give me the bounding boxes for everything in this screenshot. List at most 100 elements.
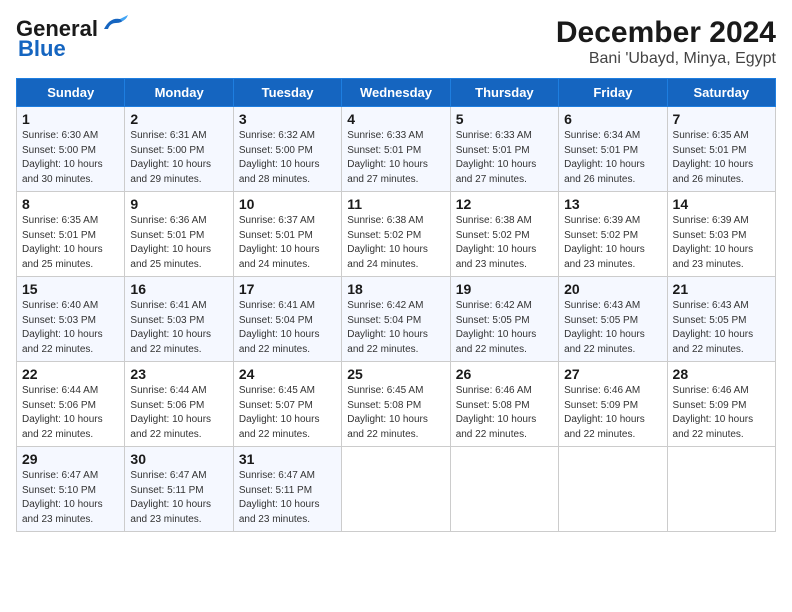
calendar-cell xyxy=(450,447,558,532)
day-info: Sunrise: 6:47 AM Sunset: 5:11 PM Dayligh… xyxy=(130,469,227,527)
calendar-cell: 28 Sunrise: 6:46 AM Sunset: 5:09 PM Dayli… xyxy=(667,362,775,447)
calendar-week-5: 29Sunrise: 6:47 AM Sunset: 5:10 PM Dayli… xyxy=(17,447,776,532)
day-number: 17 xyxy=(239,281,336,297)
calendar-cell: 22 Sunrise: 6:44 AM Sunset: 5:06 PM Dayli… xyxy=(17,362,125,447)
day-info: Sunrise: 6:43 AM Sunset: 5:05 PM Dayligh… xyxy=(673,299,770,357)
calendar-cell: 8 Sunrise: 6:35 AM Sunset: 5:01 PM Daylig… xyxy=(17,192,125,277)
calendar-cell: 6 Sunrise: 6:34 AM Sunset: 5:01 PM Daylig… xyxy=(559,107,667,192)
logo: General Blue xyxy=(16,16,128,62)
logo-blue: Blue xyxy=(18,36,66,62)
day-number: 22 xyxy=(22,366,119,382)
calendar-cell: 15Sunrise: 6:40 AM Sunset: 5:03 PM Dayli… xyxy=(17,277,125,362)
calendar-cell: 3 Sunrise: 6:32 AM Sunset: 5:00 PM Daylig… xyxy=(233,107,341,192)
day-number: 6 xyxy=(564,111,661,127)
day-info: Sunrise: 6:37 AM Sunset: 5:01 PM Dayligh… xyxy=(239,214,336,272)
calendar-cell: 30 Sunrise: 6:47 AM Sunset: 5:11 PM Dayli… xyxy=(125,447,233,532)
day-number: 2 xyxy=(130,111,227,127)
day-info: Sunrise: 6:31 AM Sunset: 5:00 PM Dayligh… xyxy=(130,129,227,187)
calendar-cell: 13 Sunrise: 6:39 AM Sunset: 5:02 PM Dayli… xyxy=(559,192,667,277)
calendar-cell: 9 Sunrise: 6:36 AM Sunset: 5:01 PM Daylig… xyxy=(125,192,233,277)
day-info: Sunrise: 6:41 AM Sunset: 5:04 PM Dayligh… xyxy=(239,299,336,357)
day-number: 19 xyxy=(456,281,553,297)
day-header-sunday: Sunday xyxy=(17,79,125,107)
day-info: Sunrise: 6:35 AM Sunset: 5:01 PM Dayligh… xyxy=(673,129,770,187)
day-number: 27 xyxy=(564,366,661,382)
day-info: Sunrise: 6:45 AM Sunset: 5:08 PM Dayligh… xyxy=(347,384,444,442)
calendar-cell: 14 Sunrise: 6:39 AM Sunset: 5:03 PM Dayli… xyxy=(667,192,775,277)
calendar-body: 1Sunrise: 6:30 AM Sunset: 5:00 PM Daylig… xyxy=(17,107,776,532)
calendar-cell: 12 Sunrise: 6:38 AM Sunset: 5:02 PM Dayli… xyxy=(450,192,558,277)
day-header-friday: Friday xyxy=(559,79,667,107)
day-info: Sunrise: 6:34 AM Sunset: 5:01 PM Dayligh… xyxy=(564,129,661,187)
calendar-cell: 4 Sunrise: 6:33 AM Sunset: 5:01 PM Daylig… xyxy=(342,107,450,192)
day-header-thursday: Thursday xyxy=(450,79,558,107)
calendar-cell: 29Sunrise: 6:47 AM Sunset: 5:10 PM Dayli… xyxy=(17,447,125,532)
day-number: 5 xyxy=(456,111,553,127)
day-info: Sunrise: 6:30 AM Sunset: 5:00 PM Dayligh… xyxy=(22,129,119,187)
calendar-cell: 7Sunrise: 6:35 AM Sunset: 5:01 PM Daylig… xyxy=(667,107,775,192)
calendar-cell: 27 Sunrise: 6:46 AM Sunset: 5:09 PM Dayli… xyxy=(559,362,667,447)
day-info: Sunrise: 6:38 AM Sunset: 5:02 PM Dayligh… xyxy=(456,214,553,272)
calendar-table: SundayMondayTuesdayWednesdayThursdayFrid… xyxy=(16,78,776,532)
day-info: Sunrise: 6:33 AM Sunset: 5:01 PM Dayligh… xyxy=(347,129,444,187)
day-info: Sunrise: 6:35 AM Sunset: 5:01 PM Dayligh… xyxy=(22,214,119,272)
day-header-tuesday: Tuesday xyxy=(233,79,341,107)
calendar-week-3: 15Sunrise: 6:40 AM Sunset: 5:03 PM Dayli… xyxy=(17,277,776,362)
calendar-cell: 19 Sunrise: 6:42 AM Sunset: 5:05 PM Dayli… xyxy=(450,277,558,362)
day-number: 20 xyxy=(564,281,661,297)
day-info: Sunrise: 6:44 AM Sunset: 5:06 PM Dayligh… xyxy=(22,384,119,442)
calendar-week-1: 1Sunrise: 6:30 AM Sunset: 5:00 PM Daylig… xyxy=(17,107,776,192)
calendar-subtitle: Bani 'Ubayd, Minya, Egypt xyxy=(556,50,776,68)
day-info: Sunrise: 6:47 AM Sunset: 5:11 PM Dayligh… xyxy=(239,469,336,527)
day-info: Sunrise: 6:46 AM Sunset: 5:08 PM Dayligh… xyxy=(456,384,553,442)
calendar-week-4: 22 Sunrise: 6:44 AM Sunset: 5:06 PM Dayli… xyxy=(17,362,776,447)
day-info: Sunrise: 6:43 AM Sunset: 5:05 PM Dayligh… xyxy=(564,299,661,357)
day-info: Sunrise: 6:39 AM Sunset: 5:02 PM Dayligh… xyxy=(564,214,661,272)
day-number: 8 xyxy=(22,196,119,212)
day-number: 9 xyxy=(130,196,227,212)
calendar-cell: 10Sunrise: 6:37 AM Sunset: 5:01 PM Dayli… xyxy=(233,192,341,277)
day-number: 18 xyxy=(347,281,444,297)
calendar-cell: 16 Sunrise: 6:41 AM Sunset: 5:03 PM Dayli… xyxy=(125,277,233,362)
day-number: 15 xyxy=(22,281,119,297)
day-info: Sunrise: 6:41 AM Sunset: 5:03 PM Dayligh… xyxy=(130,299,227,357)
calendar-cell xyxy=(559,447,667,532)
day-number: 28 xyxy=(673,366,770,382)
calendar-week-2: 8 Sunrise: 6:35 AM Sunset: 5:01 PM Daylig… xyxy=(17,192,776,277)
title-block: December 2024 Bani 'Ubayd, Minya, Egypt xyxy=(556,16,776,68)
calendar-cell: 24 Sunrise: 6:45 AM Sunset: 5:07 PM Dayli… xyxy=(233,362,341,447)
day-number: 12 xyxy=(456,196,553,212)
day-number: 31 xyxy=(239,451,336,467)
day-number: 23 xyxy=(130,366,227,382)
logo-bird-icon xyxy=(100,15,128,35)
day-info: Sunrise: 6:38 AM Sunset: 5:02 PM Dayligh… xyxy=(347,214,444,272)
day-number: 16 xyxy=(130,281,227,297)
day-info: Sunrise: 6:42 AM Sunset: 5:05 PM Dayligh… xyxy=(456,299,553,357)
day-number: 13 xyxy=(564,196,661,212)
calendar-cell xyxy=(667,447,775,532)
day-info: Sunrise: 6:32 AM Sunset: 5:00 PM Dayligh… xyxy=(239,129,336,187)
day-number: 24 xyxy=(239,366,336,382)
page-header: General Blue December 2024 Bani 'Ubayd, … xyxy=(16,16,776,68)
calendar-cell: 23 Sunrise: 6:44 AM Sunset: 5:06 PM Dayli… xyxy=(125,362,233,447)
day-number: 4 xyxy=(347,111,444,127)
day-info: Sunrise: 6:44 AM Sunset: 5:06 PM Dayligh… xyxy=(130,384,227,442)
day-number: 21 xyxy=(673,281,770,297)
day-header-monday: Monday xyxy=(125,79,233,107)
day-number: 25 xyxy=(347,366,444,382)
day-info: Sunrise: 6:46 AM Sunset: 5:09 PM Dayligh… xyxy=(673,384,770,442)
calendar-cell: 21 Sunrise: 6:43 AM Sunset: 5:05 PM Dayli… xyxy=(667,277,775,362)
day-number: 3 xyxy=(239,111,336,127)
calendar-cell xyxy=(342,447,450,532)
calendar-cell: 26Sunrise: 6:46 AM Sunset: 5:08 PM Dayli… xyxy=(450,362,558,447)
day-info: Sunrise: 6:33 AM Sunset: 5:01 PM Dayligh… xyxy=(456,129,553,187)
day-number: 30 xyxy=(130,451,227,467)
day-number: 14 xyxy=(673,196,770,212)
day-info: Sunrise: 6:45 AM Sunset: 5:07 PM Dayligh… xyxy=(239,384,336,442)
day-info: Sunrise: 6:39 AM Sunset: 5:03 PM Dayligh… xyxy=(673,214,770,272)
day-number: 11 xyxy=(347,196,444,212)
day-info: Sunrise: 6:46 AM Sunset: 5:09 PM Dayligh… xyxy=(564,384,661,442)
calendar-header-row: SundayMondayTuesdayWednesdayThursdayFrid… xyxy=(17,79,776,107)
calendar-cell: 5 Sunrise: 6:33 AM Sunset: 5:01 PM Daylig… xyxy=(450,107,558,192)
day-info: Sunrise: 6:36 AM Sunset: 5:01 PM Dayligh… xyxy=(130,214,227,272)
